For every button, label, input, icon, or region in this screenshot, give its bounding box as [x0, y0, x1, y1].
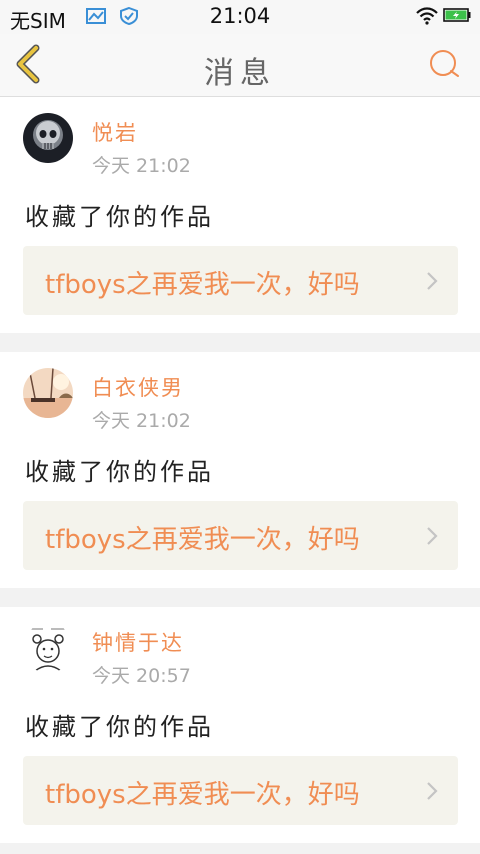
action-text: 收藏了你的作品: [25, 203, 214, 231]
wifi-icon: [416, 7, 438, 25]
username[interactable]: 钟情于达: [92, 627, 184, 657]
message-time: 今天 21:02: [92, 155, 191, 177]
avatar[interactable]: [23, 368, 73, 418]
search-icon[interactable]: [428, 48, 460, 80]
message-card: 白衣侠男 今天 21:02 收藏了你的作品 tfboys之再爱我一次，好吗: [0, 352, 480, 588]
username[interactable]: 悦岩: [92, 117, 138, 147]
battery-icon: [443, 8, 471, 22]
message-card: 悦岩 今天 21:02 收藏了你的作品 tfboys之再爱我一次，好吗: [0, 97, 480, 333]
status-bar: 无SIM 21:04: [0, 0, 480, 34]
action-text: 收藏了你的作品: [25, 458, 214, 486]
username[interactable]: 白衣侠男: [92, 372, 184, 402]
message-card: 钟情于达 今天 20:57 收藏了你的作品 tfboys之再爱我一次，好吗: [0, 607, 480, 843]
work-link[interactable]: tfboys之再爱我一次，好吗: [23, 246, 458, 315]
work-title: tfboys之再爱我一次，好吗: [45, 270, 360, 300]
work-title: tfboys之再爱我一次，好吗: [45, 525, 360, 555]
message-time: 今天 20:57: [92, 665, 191, 687]
chevron-right-icon: [427, 272, 438, 290]
work-title: tfboys之再爱我一次，好吗: [45, 780, 360, 810]
message-time: 今天 21:02: [92, 410, 191, 432]
chevron-right-icon: [427, 527, 438, 545]
work-link[interactable]: tfboys之再爱我一次，好吗: [23, 501, 458, 570]
work-link[interactable]: tfboys之再爱我一次，好吗: [23, 756, 458, 825]
clock: 21:04: [209, 4, 271, 28]
navigation-bar: 消息: [0, 34, 480, 97]
avatar[interactable]: [23, 623, 73, 673]
action-text: 收藏了你的作品: [25, 713, 214, 741]
page-title: 消息: [204, 56, 276, 91]
chevron-right-icon: [427, 782, 438, 800]
avatar[interactable]: [23, 113, 73, 163]
